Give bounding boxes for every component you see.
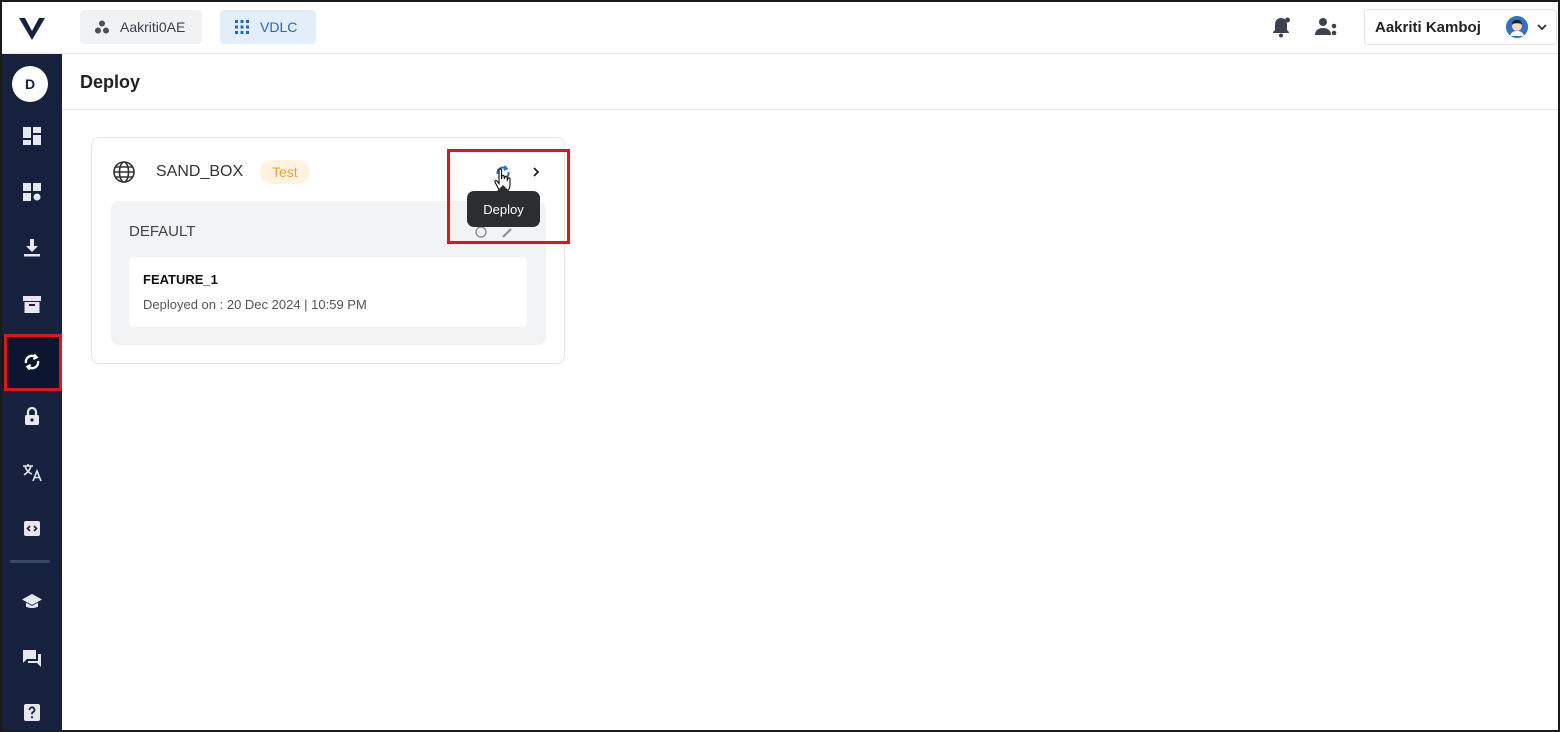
sidebar-item-code[interactable]: [2, 502, 62, 554]
sidebar-item-dashboard[interactable]: [2, 110, 62, 162]
sidebar-item-download[interactable]: [2, 222, 62, 274]
sidebar: D: [2, 54, 62, 730]
feature-name: FEATURE_1: [143, 272, 218, 287]
app-window: Aakriti0AE VDLC Aakriti Kamboj D Deploy …: [0, 0, 1560, 732]
user-avatar-icon: [1506, 16, 1528, 38]
avatar: [1506, 16, 1528, 38]
logo-icon[interactable]: [16, 12, 48, 44]
chat-icon: [23, 650, 41, 667]
feature-deployed-on: Deployed on : 20 Dec 2024 | 10:59 PM: [143, 297, 367, 312]
lock-icon: [25, 406, 39, 425]
user-name: Aakriti Kamboj: [1375, 18, 1481, 36]
school-icon: [22, 594, 42, 608]
top-bar: Aakriti0AE VDLC Aakriti Kamboj: [2, 2, 1558, 54]
deploy-tooltip: Deploy: [467, 185, 540, 227]
group-title: DEFAULT: [129, 223, 196, 240]
environment-name: SAND_BOX: [156, 163, 244, 180]
feature-item[interactable]: FEATURE_1 Deployed on : 20 Dec 2024 | 10…: [129, 257, 527, 327]
page-header: Deploy: [62, 54, 1558, 110]
org-label: Aakriti0AE: [120, 19, 186, 35]
environment-badge: Test: [260, 160, 310, 184]
app-switcher[interactable]: VDLC: [220, 10, 316, 44]
sidebar-divider: [10, 560, 50, 563]
dashboard-icon: [23, 127, 41, 145]
app-label: VDLC: [260, 19, 298, 35]
workspace-avatar[interactable]: D: [12, 66, 48, 102]
sync-icon: [24, 353, 40, 371]
sidebar-item-deploy[interactable]: [2, 336, 62, 388]
globe-icon: [113, 161, 135, 183]
sidebar-item-help[interactable]: [2, 686, 62, 730]
environment-card: SAND_BOX Test DEFAULT FEATURE_1 Deployed…: [91, 137, 565, 364]
sidebar-item-learning[interactable]: [2, 576, 62, 628]
archive-icon: [23, 296, 41, 313]
download-icon: [24, 239, 40, 257]
help-icon: [24, 704, 40, 721]
page-title: Deploy: [80, 72, 141, 92]
user-menu[interactable]: Aakriti Kamboj: [1364, 9, 1557, 45]
sidebar-item-archive[interactable]: [2, 278, 62, 330]
sidebar-item-chat[interactable]: [2, 632, 62, 684]
chevron-down-icon: [1537, 24, 1547, 31]
org-switcher[interactable]: Aakriti0AE: [80, 10, 202, 44]
widgets-settings-icon: [23, 183, 41, 201]
notification-bell-icon[interactable]: [1270, 16, 1292, 38]
sidebar-item-security[interactable]: [2, 390, 62, 442]
translate-icon: [23, 464, 42, 482]
manage-users-icon[interactable]: [1314, 16, 1340, 38]
sidebar-item-translate[interactable]: [2, 446, 62, 498]
chevron-right-icon[interactable]: [528, 163, 544, 181]
apps-grid-icon: [235, 20, 249, 34]
sidebar-item-widgets[interactable]: [2, 166, 62, 218]
code-box-icon: [24, 521, 40, 536]
organization-icon: [95, 20, 109, 34]
